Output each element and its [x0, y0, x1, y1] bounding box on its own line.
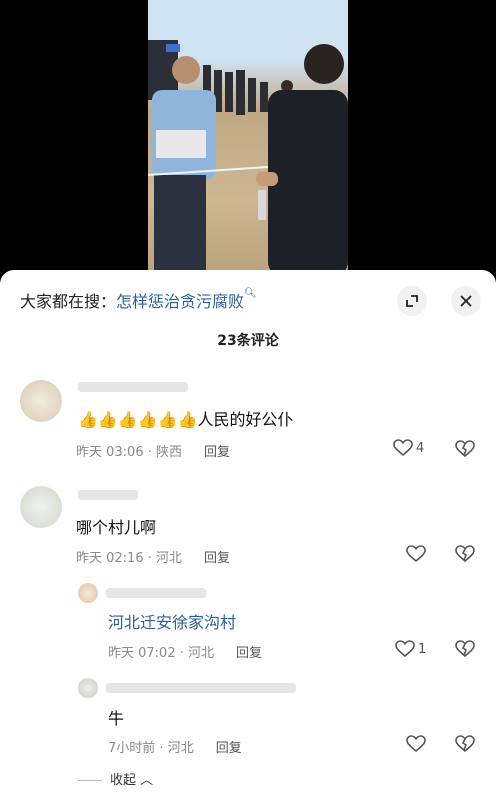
comment-meta: 昨天 07:02 · 河北 回复	[108, 646, 263, 661]
avatar[interactable]	[20, 380, 62, 422]
username[interactable]	[106, 588, 206, 598]
like-button[interactable]	[406, 545, 426, 563]
comment-time: 昨天 02:16	[76, 551, 144, 566]
like-button[interactable]: 1	[395, 640, 426, 658]
comments-sheet: 大家都在搜：怎样惩治贪污腐败🔍︎ 23条评论 👍👍👍👍👍👍人民的好公仆 昨天 0…	[0, 270, 496, 800]
trending-prefix: 大家都在搜：	[20, 292, 117, 311]
reply-button[interactable]: 回复	[204, 445, 230, 460]
collapse-label: 收起	[110, 773, 137, 788]
reply-text: 牛	[108, 709, 125, 728]
comment-text: 👍👍👍👍👍👍人民的好公仆	[78, 410, 294, 429]
broken-heart-icon	[455, 545, 475, 563]
collapse-replies-button[interactable]: 收起 ︿	[78, 769, 153, 788]
dislike-button[interactable]	[455, 640, 475, 658]
username[interactable]	[78, 382, 188, 392]
comment-location: 河北	[188, 646, 215, 661]
reply-button[interactable]: 回复	[236, 646, 262, 661]
like-button[interactable]: 4	[393, 439, 424, 457]
comment-time: 昨天 07:02	[108, 646, 176, 661]
comment-meta: 昨天 03:06 · 陕西 回复	[76, 445, 231, 460]
heart-icon	[406, 735, 426, 753]
close-button[interactable]	[451, 286, 481, 316]
comment-location: 河北	[167, 741, 194, 756]
chevron-up-icon: ︿	[136, 773, 154, 788]
heart-icon	[406, 545, 426, 563]
comment-meta: 昨天 02:16 · 河北 回复	[76, 551, 231, 566]
search-icon: 🔍︎	[244, 288, 257, 299]
avatar[interactable]	[78, 583, 98, 603]
comment-time: 昨天 03:06	[76, 445, 144, 460]
reply-text: 河北迁安徐家沟村	[108, 613, 237, 632]
heart-icon	[393, 439, 413, 457]
trending-search[interactable]: 大家都在搜：怎样惩治贪污腐败🔍︎	[20, 288, 257, 312]
comment-text: 哪个村儿啊	[76, 518, 157, 537]
like-button[interactable]	[406, 735, 426, 753]
dislike-button[interactable]	[455, 735, 475, 753]
video-area[interactable]	[0, 0, 496, 276]
video-scene-image	[148, 40, 348, 276]
reply-button[interactable]: 回复	[204, 551, 230, 566]
heart-icon	[395, 640, 415, 658]
avatar[interactable]	[20, 486, 62, 528]
divider	[78, 780, 102, 781]
like-count: 1	[418, 641, 427, 657]
expand-icon	[406, 295, 418, 307]
broken-heart-icon	[455, 735, 475, 753]
comment-count: 23条评论	[217, 333, 279, 349]
like-count: 4	[416, 440, 425, 456]
avatar[interactable]	[78, 678, 98, 698]
comment-location: 河北	[156, 551, 183, 566]
close-icon	[460, 295, 472, 307]
comment-meta: 7小时前 · 河北 回复	[108, 741, 242, 756]
username[interactable]	[106, 683, 296, 693]
dislike-button[interactable]	[455, 440, 475, 458]
comment-time: 7小时前	[108, 741, 156, 756]
video-frame	[148, 0, 348, 276]
broken-heart-icon	[455, 640, 475, 658]
dislike-button[interactable]	[455, 545, 475, 563]
broken-heart-icon	[455, 440, 475, 458]
expand-button[interactable]	[397, 286, 427, 316]
reply-button[interactable]: 回复	[216, 741, 242, 756]
trending-keyword[interactable]: 怎样惩治贪污腐败	[116, 292, 244, 311]
comment-location: 陕西	[156, 445, 183, 460]
username[interactable]	[78, 490, 138, 500]
